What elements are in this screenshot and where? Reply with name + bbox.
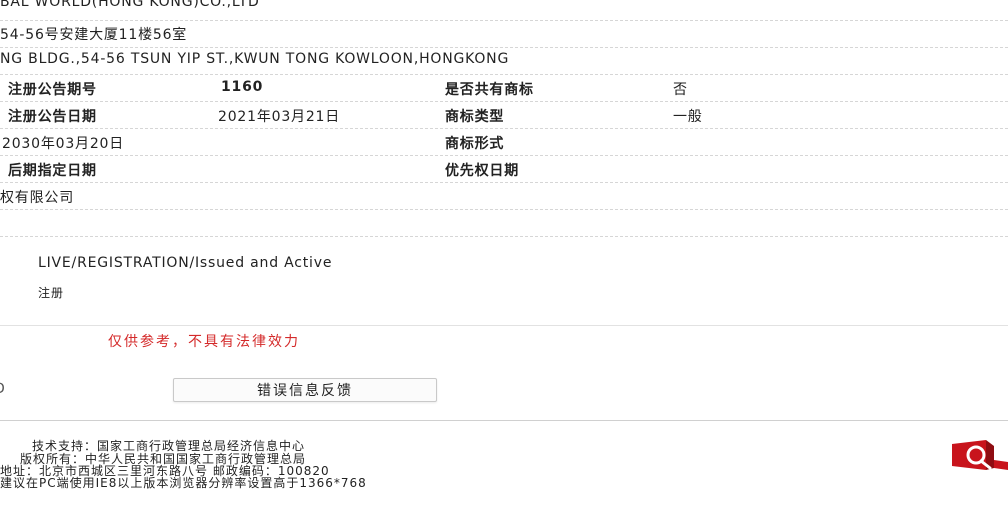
later-date-label: 后期指定日期 — [8, 163, 97, 179]
divider — [0, 236, 1008, 237]
footer-divider — [0, 420, 1008, 421]
applicant-address-en: NG BLDG.,54-56 TSUN YIP ST.,KWUN TONG KO… — [0, 51, 510, 67]
agent-name-value: 权有限公司 — [0, 190, 74, 206]
reg-issue-no-value: 1160 — [221, 79, 264, 95]
footer-browser-tip: 建议在PC端使用IE8以上版本浏览器分辨率设置高于1366*768 — [0, 476, 367, 490]
divider — [0, 74, 1008, 75]
divider — [0, 209, 1008, 210]
divider — [0, 155, 1008, 156]
applicant-name-en: BAL WORLD(HONG KONG)CO.,LTD — [0, 0, 260, 10]
mark-form-label: 商标形式 — [445, 136, 505, 152]
divider — [0, 182, 1008, 183]
red-magnifier-logo-icon — [950, 440, 1008, 474]
priority-date-label: 优先权日期 — [445, 163, 519, 179]
divider — [0, 325, 1008, 326]
mark-type-value: 一般 — [673, 109, 703, 125]
reg-date-value: 2021年03月21日 — [218, 109, 341, 125]
legal-disclaimer: 仅供参考，不具有法律效力 — [108, 334, 300, 350]
divider — [0, 47, 1008, 48]
reg-issue-no-label: 注册公告期号 — [8, 82, 97, 98]
divider — [0, 128, 1008, 129]
status-english: LIVE/REGISTRATION/Issued and Active — [38, 255, 333, 271]
error-feedback-button[interactable]: 错误信息反馈 — [173, 378, 437, 402]
expiry-date-value: 2030年03月20日 — [2, 136, 125, 152]
applicant-address-cn: 54-56号安建大厦11楼56室 — [0, 27, 188, 43]
divider — [0, 20, 1008, 21]
reg-date-label: 注册公告日期 — [8, 109, 97, 125]
mark-type-label: 商标类型 — [445, 109, 505, 125]
shared-mark-label: 是否共有商标 — [445, 82, 534, 98]
shared-mark-value: 否 — [673, 82, 688, 98]
left-edge-fragment: D — [0, 381, 6, 397]
divider — [0, 101, 1008, 102]
status-chinese: 注册 — [38, 286, 65, 300]
